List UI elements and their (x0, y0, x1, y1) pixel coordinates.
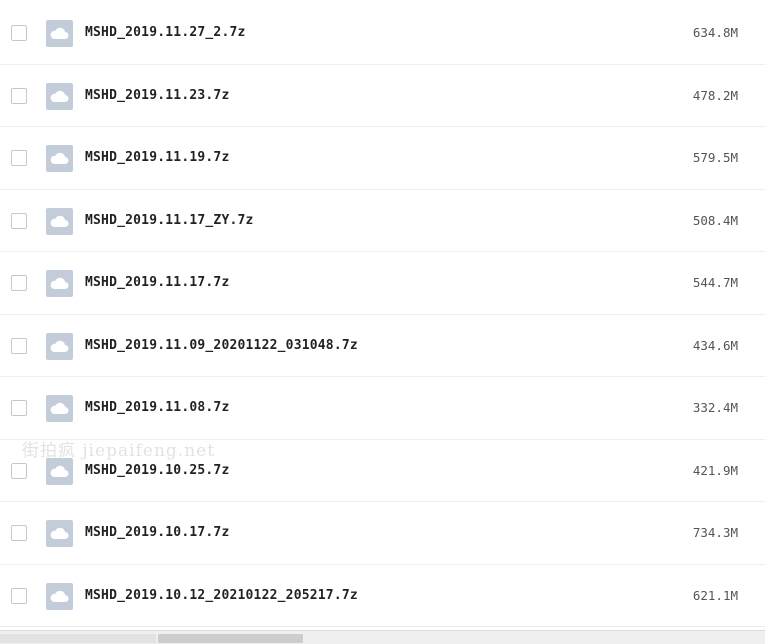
file-row[interactable]: MSHD_2019.11.08.7z 332.4M (0, 377, 765, 440)
file-name[interactable]: MSHD_2019.11.23.7z (85, 65, 229, 127)
file-list: MSHD_2019.11.27_2.7z 634.8M MSHD_2019.11… (0, 2, 765, 630)
file-row[interactable]: MSHD_2019.11.27_2.7z 634.8M (0, 2, 765, 65)
file-name[interactable]: MSHD_2019.10.12_20210122_205217.7z (85, 565, 358, 627)
file-checkbox[interactable] (11, 150, 27, 166)
file-size: 434.6M (692, 337, 738, 353)
file-name[interactable]: MSHD_2019.11.27_2.7z (85, 2, 246, 64)
file-size: 544.7M (692, 275, 738, 290)
cloud-file-icon (46, 145, 73, 172)
file-checkbox[interactable] (11, 87, 27, 104)
cloud-file-icon (46, 395, 73, 422)
file-checkbox[interactable] (11, 25, 27, 41)
scrollbar-thumb[interactable] (158, 634, 303, 643)
file-name[interactable]: MSHD_2019.11.08.7z (85, 377, 229, 439)
file-size: 734.3M (692, 525, 738, 540)
file-checkbox[interactable] (11, 462, 27, 479)
file-name[interactable]: MSHD_2019.11.09_20201122_031048.7z (85, 315, 358, 377)
file-size: 421.9M (692, 462, 738, 478)
file-checkbox[interactable] (11, 400, 27, 416)
file-row[interactable]: MSHD_2019.11.17.7z 544.7M (0, 252, 765, 315)
file-row[interactable]: MSHD_2019.10.17.7z 734.3M (0, 502, 765, 565)
cloud-file-icon (46, 20, 73, 47)
file-row[interactable]: MSHD_2019.11.17_ZY.7z 508.4M (0, 190, 765, 252)
file-name[interactable]: MSHD_2019.10.25.7z (85, 440, 229, 502)
file-name[interactable]: MSHD_2019.10.17.7z (85, 502, 229, 564)
file-checkbox[interactable] (11, 275, 27, 291)
file-size: 478.2M (692, 87, 738, 103)
cloud-file-icon (46, 457, 73, 485)
cloud-file-icon (46, 332, 73, 360)
cloud-file-icon (46, 270, 73, 297)
file-row[interactable]: MSHD_2019.10.12_20210122_205217.7z 621.1… (0, 565, 765, 627)
file-name[interactable]: MSHD_2019.11.17.7z (85, 252, 229, 314)
file-name[interactable]: MSHD_2019.11.19.7z (85, 127, 229, 189)
file-size: 579.5M (692, 150, 738, 165)
file-row[interactable]: MSHD_2019.11.09_20201122_031048.7z 434.6… (0, 315, 765, 377)
scrollbar-track[interactable] (0, 634, 156, 643)
cloud-file-icon (46, 207, 73, 235)
file-size: 634.8M (692, 25, 738, 40)
file-size: 621.1M (692, 587, 738, 603)
horizontal-scrollbar[interactable] (0, 630, 765, 644)
file-name[interactable]: MSHD_2019.11.17_ZY.7z (85, 190, 254, 252)
file-checkbox[interactable] (11, 525, 27, 541)
file-checkbox[interactable] (11, 587, 27, 604)
file-row[interactable]: MSHD_2019.11.23.7z 478.2M (0, 65, 765, 127)
file-checkbox[interactable] (11, 212, 27, 229)
file-size: 332.4M (692, 400, 738, 415)
file-size: 508.4M (692, 212, 738, 228)
file-row[interactable]: MSHD_2019.11.19.7z 579.5M (0, 127, 765, 190)
cloud-file-icon (46, 582, 73, 610)
cloud-file-icon (46, 520, 73, 547)
file-checkbox[interactable] (11, 337, 27, 354)
file-row[interactable]: MSHD_2019.10.25.7z 421.9M (0, 440, 765, 502)
cloud-file-icon (46, 82, 73, 110)
